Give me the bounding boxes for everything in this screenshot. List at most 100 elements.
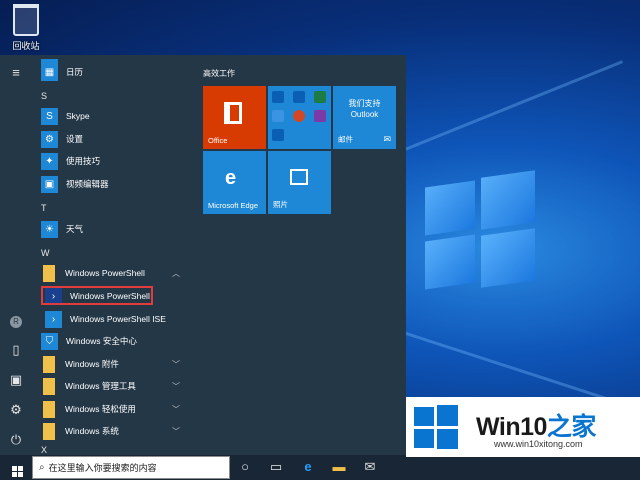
list-item-admin-tools[interactable]: Windows 管理工具 ﹀ (32, 376, 192, 396)
search-box[interactable]: ⌕ 在这里输入你要搜索的内容 (32, 456, 230, 479)
shield-icon: ⛉ (41, 332, 58, 350)
brand-win10: Win10 (476, 413, 547, 441)
folder-icon (43, 264, 55, 282)
app-label: Windows PowerShell ISE (70, 314, 166, 324)
app-label: Windows 轻松使用 (65, 404, 136, 414)
folder-icon (43, 400, 55, 418)
tile-label: Office (208, 136, 228, 145)
app-list: ▦ 日历 S S Skype ⚙ 设置 ✦ 使用技巧 ▣ 视频编辑器 T ☀ 天… (32, 55, 200, 455)
skype-icon (272, 129, 284, 141)
app-label: 视频编辑器 (66, 179, 109, 189)
excel-icon (314, 91, 326, 103)
folder-icon (43, 422, 55, 440)
list-item-powershell-ise[interactable]: › Windows PowerShell ISE (32, 309, 192, 329)
folder-icon (43, 355, 55, 373)
powershell-ise-icon: › (45, 310, 62, 328)
letter-header-w[interactable]: W (41, 248, 50, 258)
calendar-icon: ▦ (41, 63, 58, 81)
tile-label: 照片 (273, 200, 288, 209)
cortana-circle-icon[interactable]: ○ (237, 459, 253, 475)
hamburger-icon[interactable]: ≡ (8, 65, 24, 81)
app-label: 使用技巧 (66, 156, 101, 166)
chevron-up-icon: ︿ (172, 268, 180, 278)
powerpoint-icon (293, 110, 305, 122)
windows-logo-wallpaper (425, 170, 535, 290)
list-item-powershell-folder[interactable]: Windows PowerShell ︿ (32, 263, 192, 283)
app-label: Windows 附件 (65, 359, 119, 369)
user-icon[interactable]: R (8, 312, 24, 328)
brand-zhijia: 之家 (546, 413, 597, 441)
gear-icon: ⚙ (41, 130, 58, 148)
windows-start-icon[interactable] (9, 459, 25, 477)
list-item-settings[interactable]: ⚙ 设置 (32, 129, 192, 149)
tile-edge[interactable]: e Microsoft Edge (203, 151, 266, 214)
watermark-banner: Win10之家 www.win10xitong.com (406, 397, 640, 457)
tile-group-title: 高效工作 (203, 69, 235, 78)
app-label: 天气 (66, 224, 84, 234)
word-icon (293, 91, 305, 103)
app-label: 日历 (66, 67, 84, 77)
app-label: 设置 (66, 134, 84, 144)
tile-support-title: 我们支持 (348, 99, 381, 108)
watermark-url: www.win10xitong.com (494, 439, 583, 449)
gear-icon[interactable]: ⚙ (8, 402, 24, 418)
file-explorer-icon[interactable]: ▬ (331, 459, 347, 475)
skype-icon: S (41, 107, 58, 125)
edge-icon: e (225, 167, 237, 189)
app-label: Windows PowerShell (65, 268, 145, 278)
lightbulb-icon: ✦ (41, 152, 58, 170)
app-label: Skype (66, 111, 90, 121)
tile-photos[interactable]: 照片 (268, 151, 331, 214)
light-beam (399, 60, 624, 153)
letter-header-x[interactable]: X (41, 445, 47, 455)
weather-icon: ☀ (41, 220, 58, 238)
pictures-icon[interactable]: ▣ (8, 372, 24, 388)
light-beam (399, 330, 629, 408)
chevron-down-icon: ﹀ (172, 426, 180, 436)
letter-header-s[interactable]: S (41, 91, 47, 101)
list-item-system[interactable]: Windows 系统 ﹀ (32, 421, 192, 441)
tile-office-apps[interactable] (268, 86, 331, 149)
search-icon: ⌕ (39, 462, 45, 473)
search-placeholder: 在这里输入你要搜索的内容 (48, 463, 157, 473)
tile-mail[interactable]: 我们支持 Outlook 邮件 ✉ (333, 86, 396, 149)
app-label: Windows 安全中心 (66, 336, 137, 346)
list-item-accessories[interactable]: Windows 附件 ﹀ (32, 354, 192, 374)
win10-logo (414, 405, 458, 449)
list-item-skype[interactable]: S Skype (32, 106, 192, 126)
recycle-bin-shortcut[interactable]: 回收站 (8, 4, 44, 52)
list-item-calendar[interactable]: ▦ 日历 (32, 62, 192, 82)
selection-highlight-box (41, 286, 153, 305)
list-item-weather[interactable]: ☀ 天气 (32, 219, 192, 239)
task-view-icon[interactable]: ▭ (268, 459, 284, 475)
tile-office[interactable]: Office (203, 86, 266, 149)
app-label: Windows 系统 (65, 426, 119, 436)
app-label: Windows 管理工具 (65, 381, 136, 391)
photos-icon (290, 169, 308, 185)
edge-icon[interactable]: e (300, 459, 316, 475)
outlook-icon (272, 91, 284, 103)
mail-icon: ✉ (383, 134, 391, 144)
watermark-brand: Win10之家 (476, 407, 596, 443)
document-icon[interactable]: ▯ (8, 342, 24, 358)
list-item-tips[interactable]: ✦ 使用技巧 (32, 151, 192, 171)
video-editor-icon: ▣ (41, 175, 58, 193)
list-item-ease-of-access[interactable]: Windows 轻松使用 ﹀ (32, 399, 192, 419)
mail-icon[interactable]: ✉ (362, 459, 378, 475)
list-item-video-editor[interactable]: ▣ 视频编辑器 (32, 174, 192, 194)
folder-icon (43, 377, 55, 395)
recycle-bin-icon (13, 4, 39, 36)
tile-label: 邮件 (338, 135, 353, 144)
onedrive-icon (272, 110, 284, 122)
recycle-bin-label: 回收站 (12, 41, 40, 51)
letter-header-t[interactable]: T (41, 203, 47, 213)
chevron-down-icon: ﹀ (172, 381, 180, 391)
office-icon (224, 102, 242, 124)
chevron-down-icon: ﹀ (172, 404, 180, 414)
chevron-down-icon: ﹀ (172, 359, 180, 369)
power-icon[interactable]: ⏻ (8, 432, 24, 448)
list-item-security-center[interactable]: ⛉ Windows 安全中心 (32, 331, 192, 351)
tile-support-sub: Outlook (350, 110, 379, 119)
start-rail: ≡ R ▯ ▣ ⚙ ⏻ (0, 55, 32, 455)
onenote-icon (314, 110, 326, 122)
